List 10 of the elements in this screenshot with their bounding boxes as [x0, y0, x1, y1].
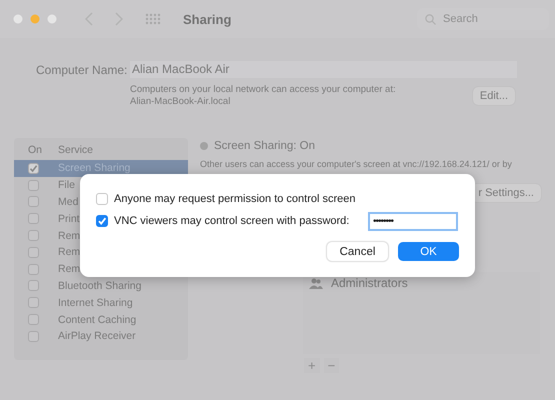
- window-title: Sharing: [183, 12, 232, 26]
- option-label: Anyone may request permission to control screen: [114, 193, 356, 205]
- computer-name-label: Computer Name:: [36, 62, 128, 76]
- access-description: Other users can access your computer's screen at vnc://192.168.24.121/ or by: [200, 159, 513, 169]
- column-header: Service: [58, 144, 94, 156]
- status-text: Screen Sharing: On: [214, 140, 316, 152]
- network-address: Alian-MacBook-Air.local: [130, 96, 232, 108]
- option-label: VNC viewers may control screen with password:: [114, 215, 350, 227]
- column-header: On: [28, 144, 44, 156]
- network-note: Computers on your local network can access your computer at:: [130, 84, 397, 96]
